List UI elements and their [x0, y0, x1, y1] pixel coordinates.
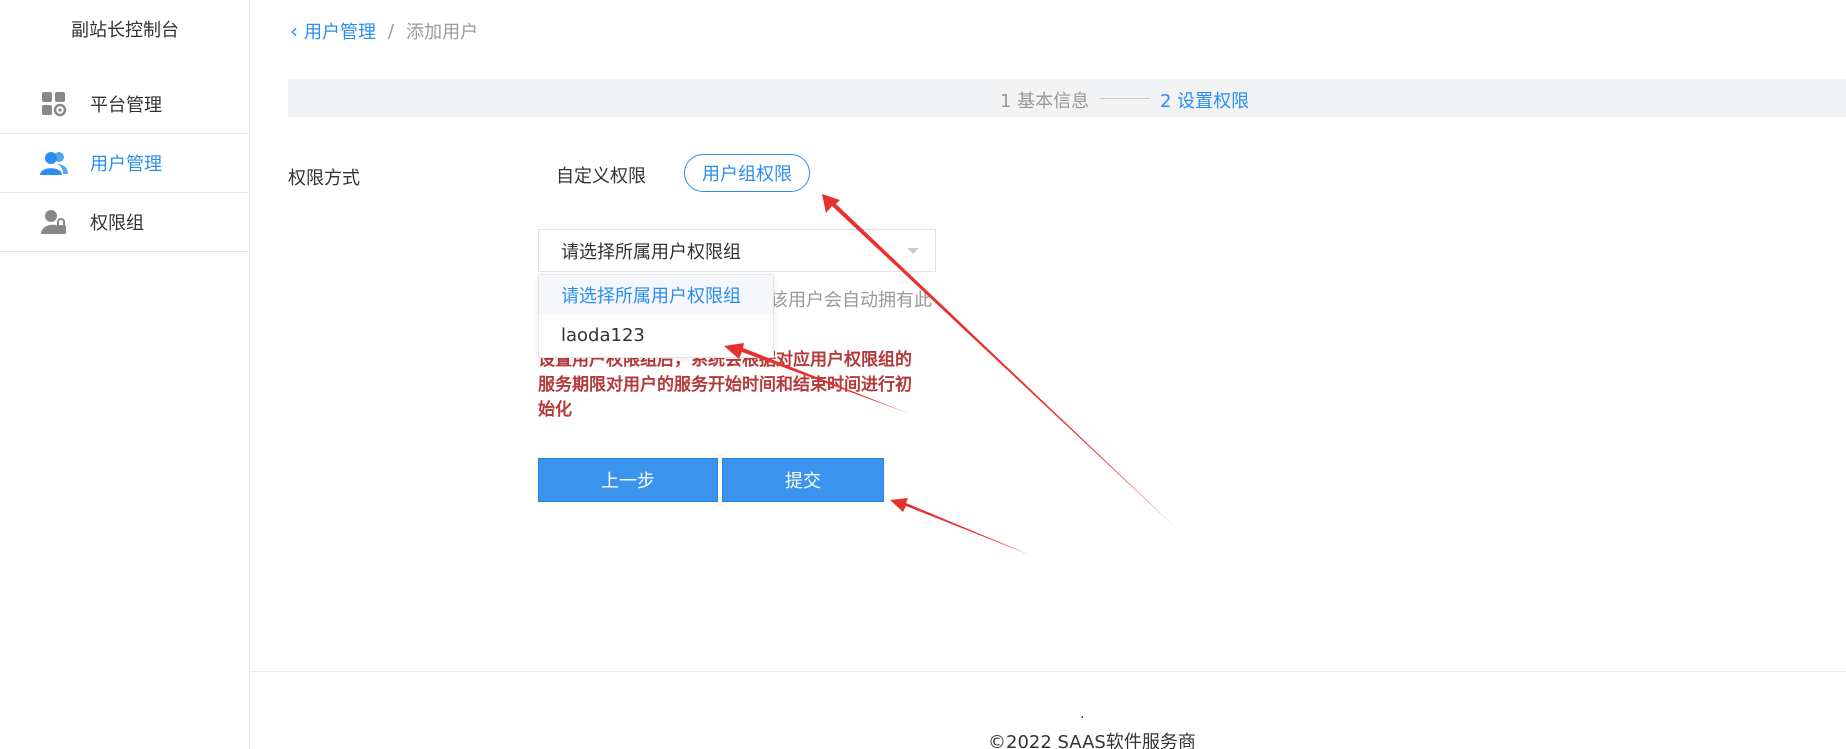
- step-connector: [1100, 98, 1150, 99]
- step-set-permission: 2 设置权限: [1160, 91, 1250, 112]
- sidebar-menu: 平台管理 用户管理 权限组: [0, 75, 250, 252]
- grid-gear-icon: [40, 90, 68, 118]
- breadcrumb-current: 添加用户: [406, 22, 479, 43]
- sidebar-item-platform[interactable]: 平台管理: [0, 75, 250, 134]
- permission-mode-label: 权限方式: [288, 168, 360, 189]
- select-dropdown: 请选择所属用户权限组 laoda123: [538, 274, 774, 358]
- dropdown-option[interactable]: 请选择所属用户权限组: [539, 275, 773, 315]
- step-basic-info: 1 基本信息: [1000, 91, 1090, 112]
- chevron-left-icon: ‹: [290, 19, 298, 43]
- dropdown-option[interactable]: laoda123: [539, 315, 773, 355]
- breadcrumb-separator: /: [388, 20, 395, 42]
- prev-step-button[interactable]: 上一步: [538, 458, 718, 502]
- main-content: ‹ 用户管理 / 添加用户 1 基本信息 2 设置权限 权限方式 自定义权限 用…: [250, 0, 1846, 749]
- sidebar-item-label: 用户管理: [90, 154, 162, 175]
- footer-dot: .: [1080, 706, 1085, 722]
- users-icon: [40, 149, 68, 177]
- breadcrumb: ‹ 用户管理 / 添加用户: [290, 18, 478, 44]
- breadcrumb-back-label: 用户管理: [304, 22, 376, 43]
- footer-copyright: ©2022 SAAS软件服务商: [988, 732, 1196, 749]
- sidebar-item-permission-group[interactable]: 权限组: [0, 193, 250, 252]
- footer-divider: [250, 671, 1846, 672]
- chevron-down-icon: [907, 248, 919, 254]
- select-value: 请选择所属用户权限组: [561, 241, 741, 263]
- permission-hint: 该用户会自动拥有此: [770, 290, 932, 311]
- submit-button[interactable]: 提交: [722, 458, 884, 502]
- sidebar-item-label: 平台管理: [90, 95, 162, 116]
- warning-message: 设置用户权限组后，系统会根据对应用户权限组的服务期限对用户的服务开始时间和结束时…: [538, 350, 912, 420]
- sidebar: 副站长控制台 平台管理 用户管理 权限组: [0, 0, 250, 749]
- console-title: 副站长控制台: [71, 20, 179, 41]
- breadcrumb-back-link[interactable]: ‹ 用户管理: [290, 18, 376, 44]
- sidebar-item-label: 权限组: [90, 213, 144, 234]
- permission-group-select[interactable]: 请选择所属用户权限组: [538, 229, 936, 272]
- user-lock-icon: [40, 208, 68, 236]
- sidebar-item-users[interactable]: 用户管理: [0, 134, 250, 193]
- option-user-group-permission[interactable]: 用户组权限: [684, 154, 810, 192]
- steps-bar: 1 基本信息 2 设置权限: [288, 79, 1846, 117]
- option-custom-permission[interactable]: 自定义权限: [556, 162, 646, 188]
